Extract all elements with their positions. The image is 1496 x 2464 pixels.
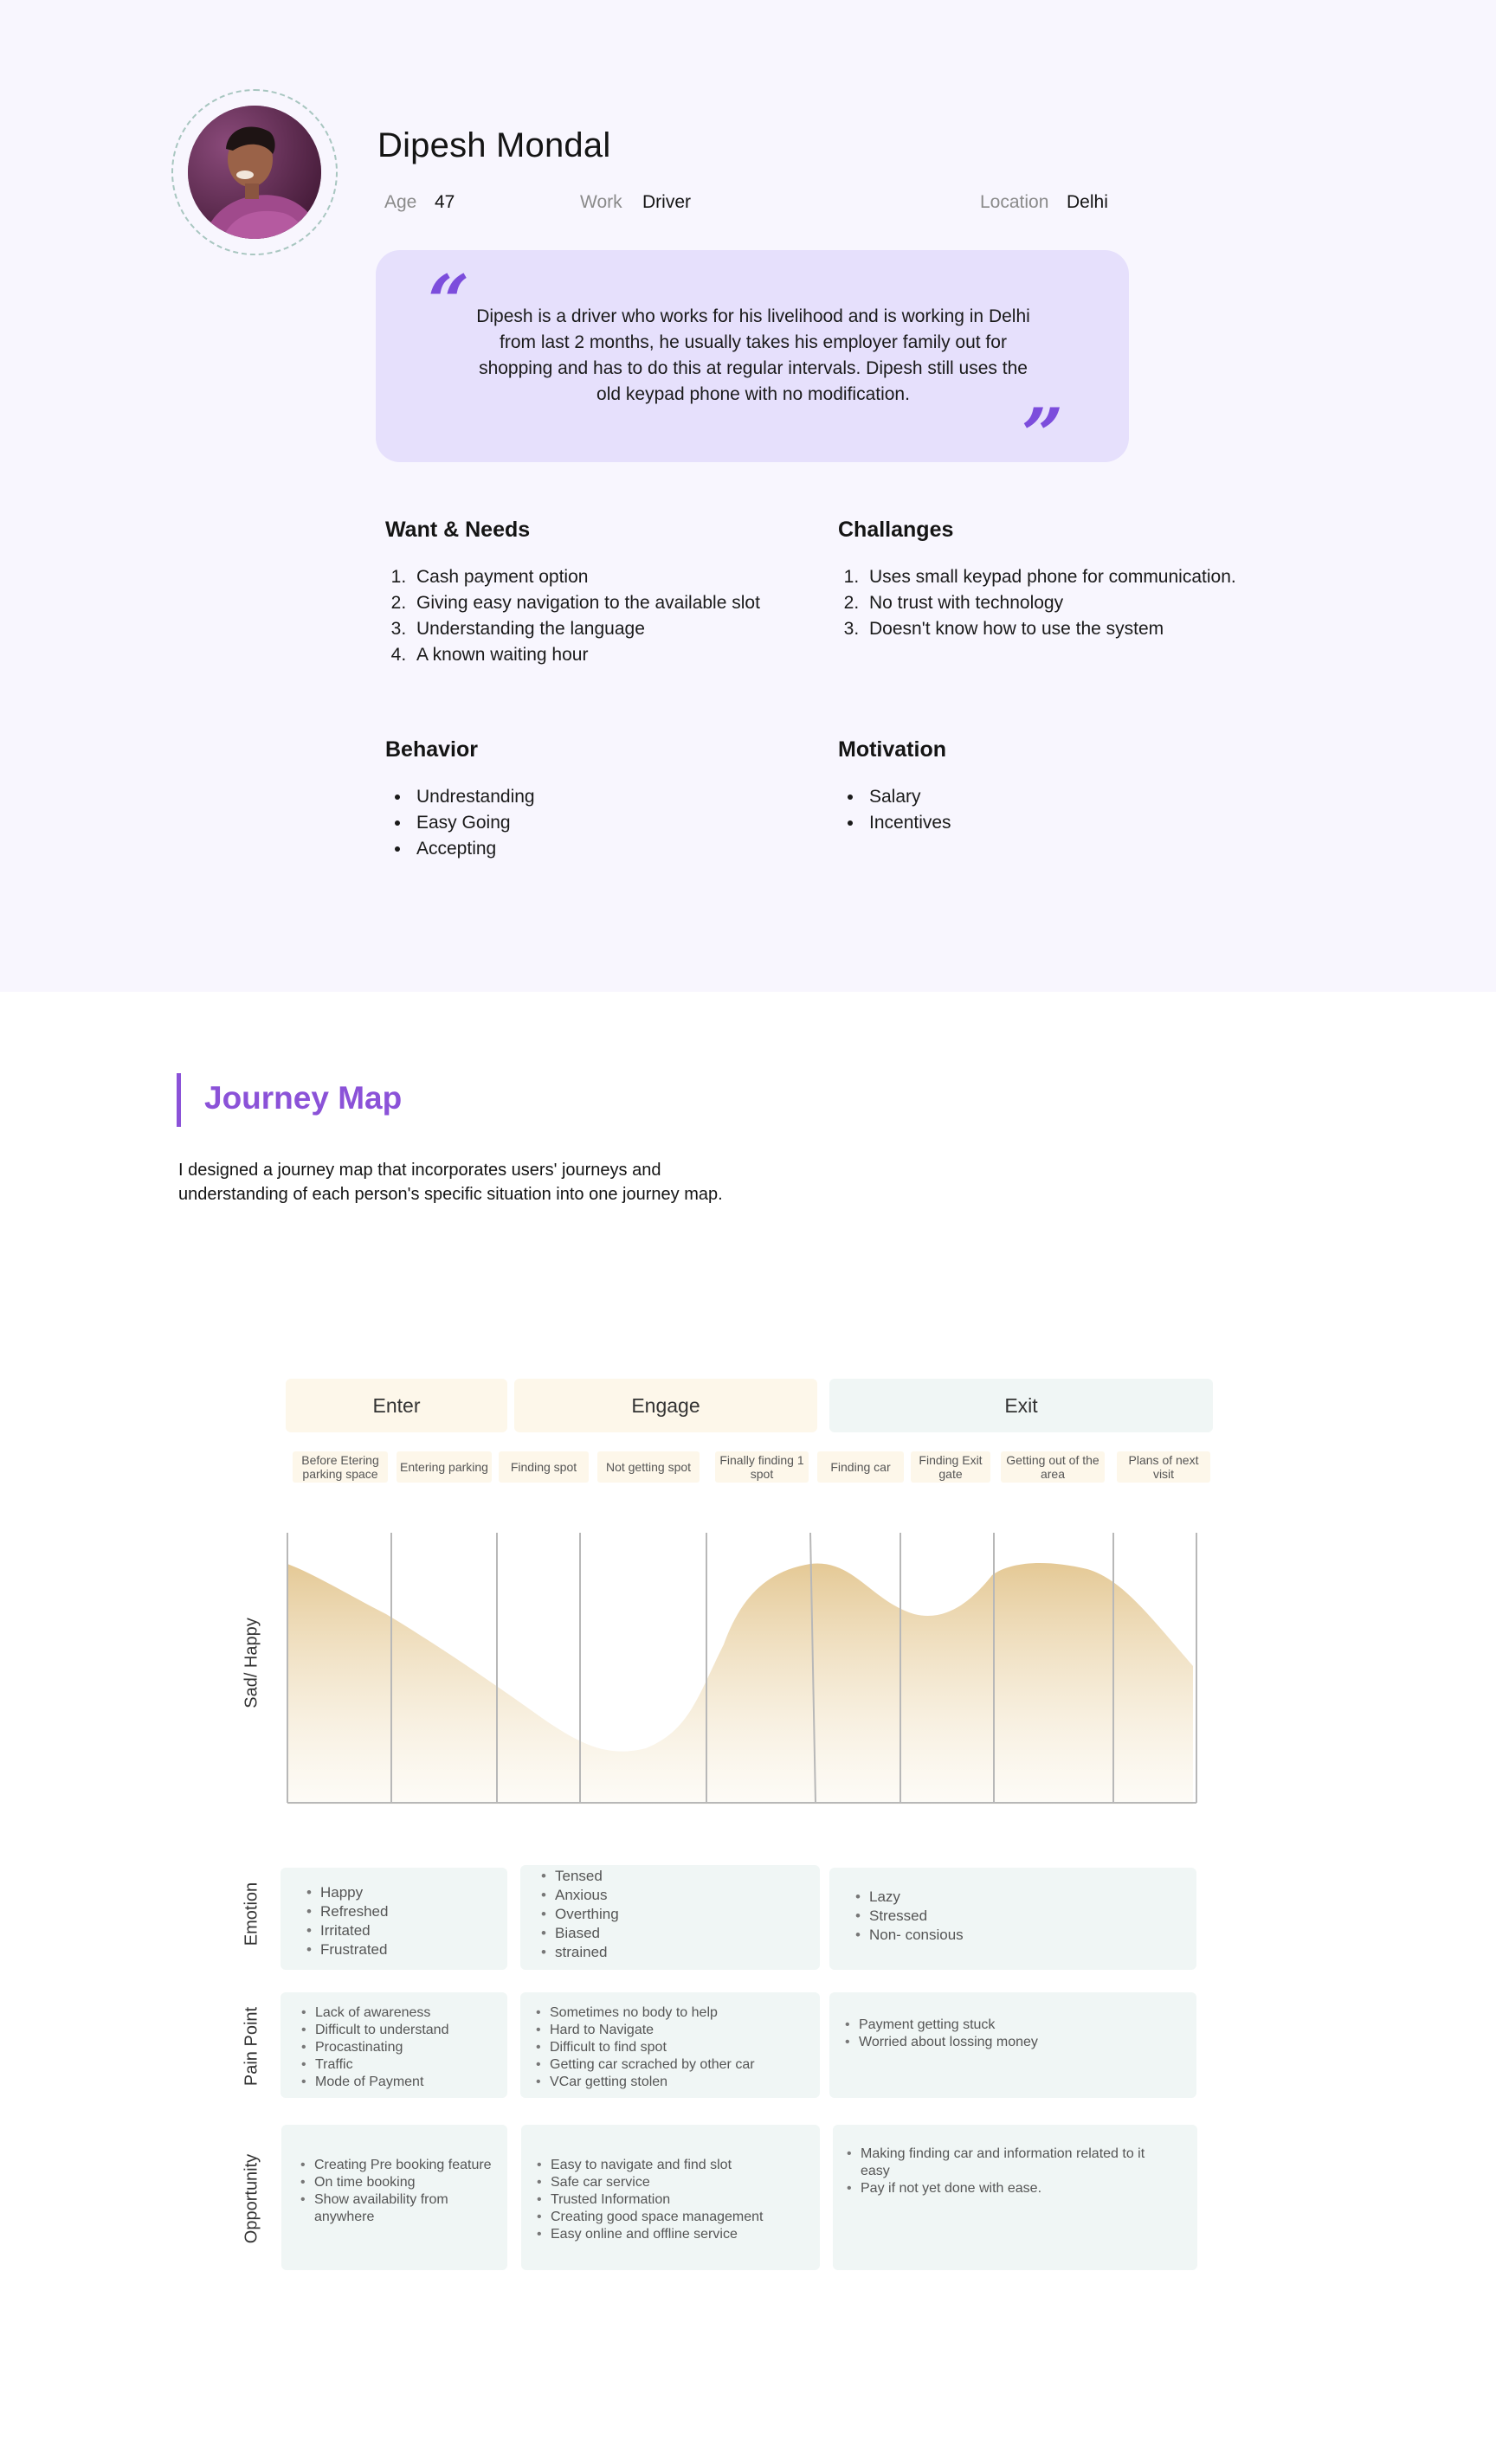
step-label: Before Etering parking space <box>301 1453 379 1481</box>
list-item: Overthing <box>541 1905 619 1924</box>
phase-engage: Engage <box>514 1379 817 1432</box>
emotion-cell-engage: Tensed Anxious Overthing Biased strained <box>520 1865 820 1970</box>
pain-cell-exit: Payment getting stuck Worried about loss… <box>829 1992 1196 2098</box>
list-item: Stressed <box>855 1907 964 1926</box>
step-label: Plans of next visit <box>1128 1453 1199 1481</box>
list-item: Creating Pre booking feature <box>300 2157 496 2174</box>
list-item: Difficult to find spot <box>536 2039 755 2056</box>
list-item: Biased <box>541 1924 619 1943</box>
row-label-opportunity: Opportunity <box>242 2153 261 2244</box>
phase-enter: Enter <box>286 1379 507 1432</box>
step-finding-car: Finding car <box>817 1451 904 1483</box>
list-item: Hard to Navigate <box>536 2022 755 2039</box>
step-finally-finding: Finally finding 1 spot <box>715 1451 809 1483</box>
emotion-cell-enter: Happy Refreshed Irritated Frustrated <box>280 1868 507 1970</box>
list-item: Getting car scrached by other car <box>536 2056 755 2074</box>
phase-exit: Exit <box>829 1379 1213 1432</box>
list-item: Mode of Payment <box>301 2074 448 2091</box>
emotion-cell-exit: Lazy Stressed Non- consious <box>829 1868 1196 1970</box>
step-label: Finding car <box>830 1460 891 1474</box>
step-label: Not getting spot <box>605 1460 692 1474</box>
emotion-curve-chart <box>287 1532 1197 1805</box>
list-item: Tensed <box>541 1867 619 1886</box>
step-plans-next-visit: Plans of next visit <box>1117 1451 1210 1483</box>
step-label: Getting out of the area <box>1006 1453 1099 1481</box>
opportunity-cell-exit: Making finding car and information relat… <box>833 2125 1197 2270</box>
list-item: Easy online and offline service <box>537 2226 764 2243</box>
journey-title-accent-bar <box>177 1073 181 1127</box>
list-item: strained <box>541 1943 619 1962</box>
chart-axis-label: Sad/ Happy <box>242 1618 261 1708</box>
step-not-getting-spot: Not getting spot <box>597 1451 700 1483</box>
pain-cell-engage: Sometimes no body to help Hard to Naviga… <box>520 1992 820 2098</box>
list-item: Payment getting stuck <box>845 2017 1038 2034</box>
row-label-emotion: Emotion <box>242 1882 261 1946</box>
row-label-pain-point: Pain Point <box>242 2006 261 2087</box>
list-item: Difficult to understand <box>301 2022 449 2039</box>
list-item: Pay if not yet done with ease. <box>847 2180 1172 2197</box>
list-item: Irritated <box>306 1921 388 1940</box>
list-item: On time booking <box>300 2174 496 2191</box>
step-entering-parking: Entering parking <box>397 1451 492 1483</box>
list-item: Lazy <box>855 1888 964 1907</box>
list-item: Easy to navigate and find slot <box>537 2157 764 2174</box>
journey-title: Journey Map <box>204 1080 403 1116</box>
step-label: Entering parking <box>400 1460 488 1474</box>
opportunity-cell-engage: Easy to navigate and find slot Safe car … <box>521 2125 820 2270</box>
journey-section: Journey Map I designed a journey map tha… <box>0 992 1496 2464</box>
step-before-entering: Before Etering parking space <box>293 1451 388 1483</box>
list-item: Non- consious <box>855 1926 964 1945</box>
list-item: Making finding car and information relat… <box>847 2146 1172 2180</box>
journey-description: I designed a journey map that incorporat… <box>178 1161 723 1204</box>
list-item: VCar getting stolen <box>536 2074 755 2091</box>
list-item: Creating good space management <box>537 2209 763 2226</box>
opportunity-cell-enter: Creating Pre booking feature On time boo… <box>281 2125 507 2270</box>
list-item: Lack of awareness <box>301 2004 448 2022</box>
list-item: Frustrated <box>306 1940 388 1959</box>
step-finding-spot: Finding spot <box>499 1451 589 1483</box>
step-getting-out: Getting out of the area <box>1001 1451 1105 1483</box>
step-label: Finally finding 1 spot <box>719 1453 804 1481</box>
list-item: Sometimes no body to help <box>536 2004 755 2022</box>
step-label: Finding Exit gate <box>919 1453 983 1481</box>
step-finding-exit-gate: Finding Exit gate <box>911 1451 990 1483</box>
emotion-curve-area <box>287 1562 1193 1805</box>
list-item: Safe car service <box>537 2174 764 2191</box>
pain-cell-enter: Lack of awareness Difficult to understan… <box>280 1992 507 2098</box>
list-item: Traffic <box>301 2056 448 2074</box>
list-item: Worried about lossing money <box>845 2034 1038 2051</box>
list-item: Refreshed <box>306 1902 389 1921</box>
list-item: Procastinating <box>301 2039 448 2056</box>
step-label: Finding spot <box>510 1460 577 1474</box>
list-item: Trusted Information <box>537 2191 764 2209</box>
list-item: Show availability from anywhere <box>300 2191 496 2226</box>
list-item: Happy <box>306 1883 388 1902</box>
list-item: Anxious <box>541 1886 619 1905</box>
